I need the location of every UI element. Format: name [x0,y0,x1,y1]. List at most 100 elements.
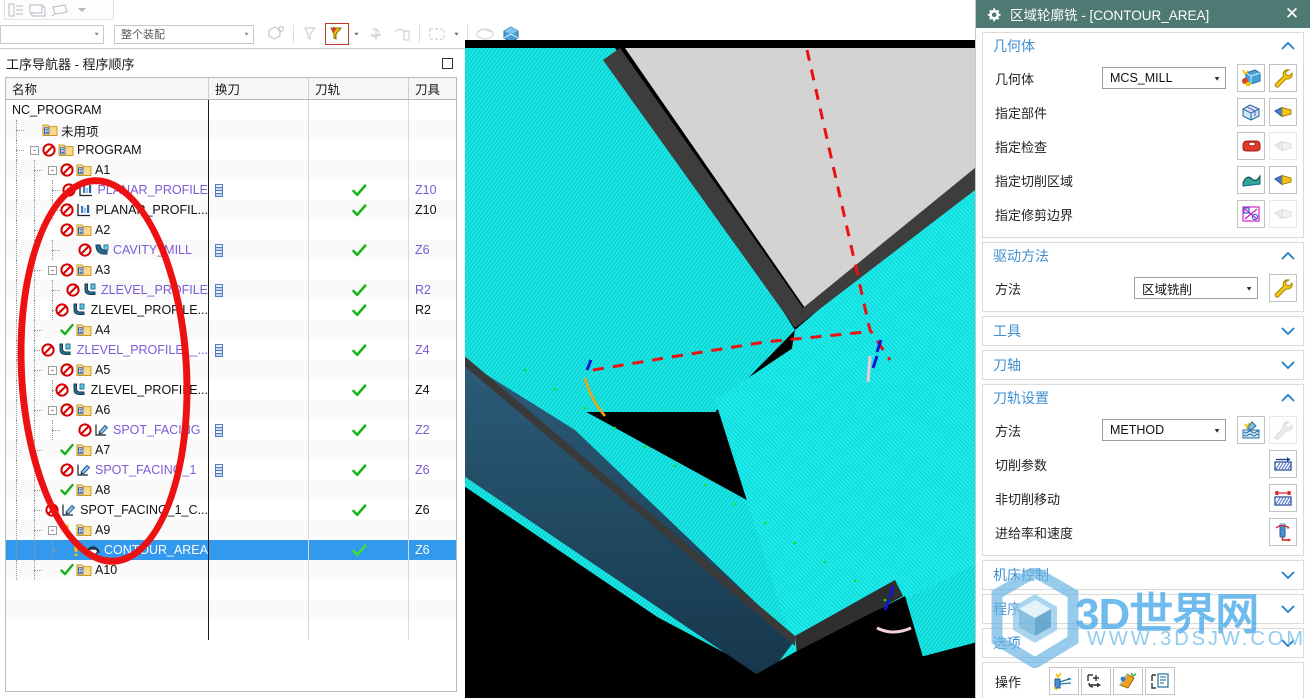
tree-expander[interactable]: - [48,365,57,375]
status-blocked-icon[interactable] [59,403,74,418]
section-header-0[interactable]: 几何体 [983,33,1303,59]
assembly-icon[interactable] [27,1,49,19]
table-row[interactable]: - A1 [6,160,456,180]
table-row[interactable]: 未用项 [6,120,456,140]
table-row[interactable]: - A3 [6,260,456,280]
restore-window-button[interactable] [442,57,453,69]
tree-name-cell[interactable]: - A5 [6,360,209,380]
select-part-icon[interactable] [1269,98,1297,126]
section-header-1[interactable]: 驱动方法 [983,243,1303,269]
non-cutting-moves-icon[interactable] [1269,484,1297,512]
status-blocked-icon[interactable] [77,243,92,258]
operation-tree-table[interactable]: 名称 换刀 刀轨 刀具 NC_PROGRAM 未用项 - PROGRAM - A1 PLAN… [5,77,457,692]
status-ok-icon[interactable] [59,323,74,338]
table-row[interactable]: CONTOUR_AREA Z6 [6,540,456,560]
section-header-7[interactable]: 选项 [983,629,1303,657]
cut-area-icon[interactable] [1237,166,1265,194]
select-check-icon-disabled[interactable] [1269,132,1297,160]
chevron-down-icon[interactable] [1281,568,1295,583]
tree-name-cell[interactable]: A8 [6,480,209,500]
table-row[interactable]: SPOT_FACING_1_C... Z6 [6,500,456,520]
status-blocked-icon[interactable] [41,343,56,358]
tree-expander[interactable]: - [48,165,57,175]
status-blocked-icon[interactable] [59,163,74,178]
chevron-down-icon[interactable] [1281,324,1295,339]
move-face-filter-icon[interactable] [299,23,323,45]
tree-name-cell[interactable]: 未用项 [6,120,209,140]
assembly-scope-combo[interactable]: 整个装配 ▼ [114,24,254,44]
chevron-up-icon[interactable] [1281,391,1295,406]
chevron-down-icon[interactable] [1281,636,1295,651]
tree-name-cell[interactable]: - A6 [6,400,209,420]
table-row[interactable]: CAVITY_MILL Z6 [6,240,456,260]
table-row[interactable]: A7 [6,440,456,460]
tree-name-cell[interactable]: ZLEVEL_PROFILE__... [6,340,209,360]
status-warn-icon[interactable] [59,523,74,538]
status-blocked-icon[interactable] [59,463,74,478]
wrench-icon-disabled[interactable] [1269,416,1297,444]
measure-icon[interactable] [390,23,414,45]
tree-expander[interactable]: - [48,265,57,275]
filter-combo[interactable]: ▼ [0,24,104,44]
table-row[interactable]: PLANAR_PROFILE Z10 [6,180,456,200]
select-cut-area-icon[interactable] [1269,166,1297,194]
feeds-speeds-icon[interactable] [1269,518,1297,546]
table-row[interactable]: NC_PROGRAM [6,100,456,120]
wrench-icon[interactable] [1269,64,1297,92]
list-view-icon[interactable] [5,1,27,19]
chevron-down-icon[interactable]: ▼ [353,32,360,37]
assembly-explode-icon[interactable] [264,23,288,45]
tree-name-cell[interactable]: ZLEVEL_PROFILE... [6,300,209,320]
tree-expander[interactable]: - [48,405,57,415]
list-icon[interactable] [1145,667,1175,695]
cutting-parameters-icon[interactable] [1269,450,1297,478]
column-header-tool[interactable]: 刀具 [409,78,456,99]
status-blocked-icon[interactable] [77,423,92,438]
close-icon[interactable]: ✕ [1280,2,1304,26]
chevron-down-icon[interactable] [1281,602,1295,617]
rectangle-select-icon[interactable] [425,23,449,45]
status-blocked-icon[interactable] [65,283,80,298]
plane-icon[interactable] [49,1,71,19]
dialog-title-bar[interactable]: 区域轮廓铣 - [CONTOUR_AREA] ✕ [976,0,1310,28]
status-blocked-icon[interactable] [41,143,56,158]
table-row[interactable]: A4 [6,320,456,340]
section-header-6[interactable]: 程序 [983,595,1303,623]
tree-name-cell[interactable]: A10 [6,560,209,580]
table-row[interactable]: A8 [6,480,456,500]
tree-name-cell[interactable]: - PROGRAM [6,140,209,160]
section-header-4[interactable]: 刀轨设置 [983,385,1303,411]
method-icon[interactable] [1237,416,1265,444]
tree-name-cell[interactable]: SPOT_FACING_1 [6,460,209,480]
table-row[interactable]: ZLEVEL_PROFILE... Z4 [6,380,456,400]
status-warn-icon[interactable] [68,543,83,558]
tree-expander[interactable]: - [48,525,57,535]
table-row[interactable]: - A9 [6,520,456,540]
status-blocked-icon[interactable] [59,223,74,238]
select-trim-icon-disabled[interactable] [1269,200,1297,228]
section-header-5[interactable]: 机床控制 [983,561,1303,589]
tree-name-cell[interactable]: SPOT_FACING_1_C... [6,500,209,520]
table-row[interactable]: - PROGRAM [6,140,456,160]
table-row[interactable]: ZLEVEL_PROFILE... R2 [6,300,456,320]
table-row[interactable]: SPOT_FACING Z2 [6,420,456,440]
tree-name-cell[interactable]: - A1 [6,160,209,180]
tree-name-cell[interactable]: A2 [6,220,209,240]
tree-name-cell[interactable]: SPOT_FACING [6,420,209,440]
mcs-geometry-icon[interactable] [1237,64,1265,92]
table-row[interactable]: A2 [6,220,456,240]
select-方法[interactable]: 区域铣削 ▼ [1134,277,1258,299]
part-body-icon[interactable] [1237,98,1265,126]
chevron-up-icon[interactable] [1281,249,1295,264]
chevron-down-icon[interactable] [1281,358,1295,373]
status-blocked-icon[interactable] [44,503,59,518]
tree-name-cell[interactable]: NC_PROGRAM [6,100,209,120]
table-row[interactable]: ZLEVEL_PROFILE__... Z4 [6,340,456,360]
status-ok-icon[interactable] [59,443,74,458]
section-header-2[interactable]: 工具 [983,317,1303,345]
tree-name-cell[interactable]: A4 [6,320,209,340]
generate-icon[interactable] [1049,667,1079,695]
status-ok-icon[interactable] [59,563,74,578]
table-row[interactable]: PLANAR_PROFIL... Z10 [6,200,456,220]
tree-name-cell[interactable]: PLANAR_PROFIL... [6,200,209,220]
